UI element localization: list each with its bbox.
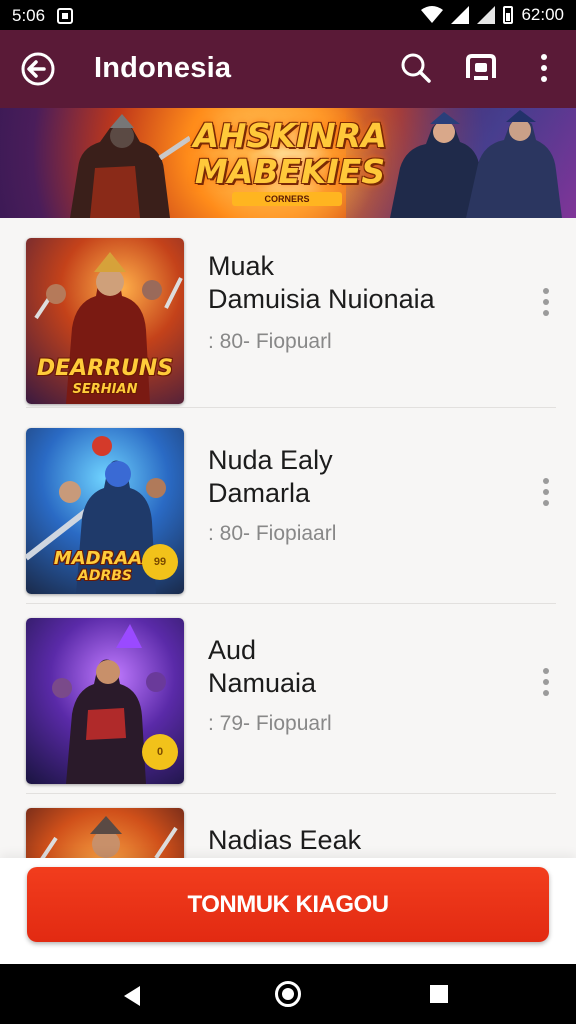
item-meta: : 80- Fiopiaarl [208, 522, 337, 545]
banner-title-line1: AHSKINRA [193, 116, 387, 155]
wifi-icon [421, 6, 444, 23]
banner-title: AHSKINRA MABEKIES [160, 118, 420, 190]
divider [26, 407, 556, 408]
item-title-line1: Nuda Ealy [208, 445, 333, 475]
item-title-line2: Damarla [208, 478, 311, 508]
status-badge: 99 [142, 544, 178, 580]
item-title-line1: Nadias Eeak [208, 825, 362, 855]
back-arrow-icon[interactable] [20, 51, 56, 87]
search-icon[interactable] [398, 50, 434, 86]
signal-icon-2 [477, 6, 496, 24]
page-title: Indonesia [94, 52, 232, 84]
item-title-line2: Damuisia Nuionaia [208, 284, 435, 314]
system-nav-bar [0, 964, 576, 1024]
item-more-icon[interactable] [538, 664, 554, 700]
thumb-art [40, 816, 178, 858]
more-vert-icon[interactable] [530, 50, 558, 86]
item-title: Muak Damuisia Nuionaia [208, 250, 435, 316]
banner-subtitle: CORNERS [232, 192, 342, 206]
home-circle-icon[interactable] [275, 981, 301, 1007]
recents-square-icon[interactable] [430, 985, 448, 1003]
list-item[interactable]: Nadias Eeak [0, 794, 576, 858]
game-thumbnail[interactable]: DEARRUNS SERHIAN [26, 238, 184, 404]
list-item[interactable]: DEARRUNS SERHIAN Muak Damuisia Nuionaia … [0, 218, 576, 408]
item-title: Nadias Eeak [208, 824, 361, 857]
back-triangle-icon[interactable] [122, 985, 142, 1007]
thumb-subtitle: SERHIAN [72, 382, 138, 397]
signal-icon [451, 6, 470, 24]
item-meta: : 80- Fiopuarl [208, 330, 332, 353]
item-more-icon[interactable] [538, 474, 554, 510]
app-bar: Indonesia [0, 30, 576, 108]
item-more-icon[interactable] [538, 284, 554, 320]
item-title-line2: Namuaia [208, 668, 317, 698]
primary-action-button[interactable]: TONMUK KIAGOU [27, 867, 549, 942]
game-thumbnail[interactable]: 0 [26, 618, 184, 784]
game-thumbnail[interactable] [26, 808, 184, 858]
status-left: 5:06 [12, 6, 74, 26]
status-badge: 0 [142, 734, 178, 770]
status-left-text: 5:06 [12, 6, 46, 25]
list-item[interactable]: MADRAAA ADRBS 99 Nuda Ealy Damarla : 80-… [0, 414, 576, 604]
featured-banner[interactable]: AHSKINRA MABEKIES CORNERS [0, 108, 576, 218]
status-right: 62:00 [421, 5, 564, 25]
game-list[interactable]: DEARRUNS SERHIAN Muak Damuisia Nuionaia … [0, 218, 576, 858]
cast-icon[interactable] [462, 50, 500, 86]
item-meta: : 79- Fiopuarl [208, 712, 332, 735]
game-thumbnail[interactable]: MADRAAA ADRBS 99 [26, 428, 184, 594]
list-item[interactable]: 0 Aud Namuaia : 79- Fiopuarl [0, 604, 576, 794]
thumb-title: DEARRUNS [36, 356, 174, 381]
item-title-line1: Aud [208, 635, 257, 665]
item-title-line1: Muak [208, 251, 275, 281]
status-time: 62:00 [521, 5, 564, 24]
item-title: Nuda Ealy Damarla [208, 444, 333, 510]
battery-icon [503, 6, 514, 24]
bottom-action-bar: TONMUK KIAGOU [0, 858, 576, 964]
status-bar: 5:06 62:00 [0, 0, 576, 30]
item-title: Aud Namuaia [208, 634, 316, 700]
banner-title-line2: MABEKIES [194, 152, 386, 191]
notification-icon [57, 8, 74, 24]
